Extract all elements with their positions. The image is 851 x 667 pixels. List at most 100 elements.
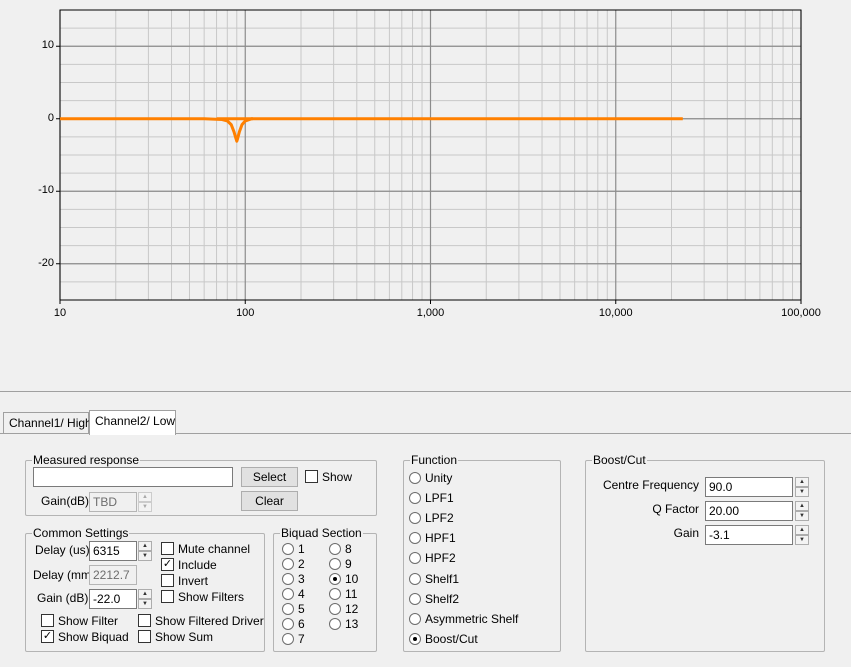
radio-circle[interactable] — [329, 543, 341, 555]
radio-circle[interactable] — [282, 588, 294, 600]
radio-circle[interactable] — [409, 492, 421, 505]
include-checkbox[interactable]: ✓ Include — [161, 558, 217, 572]
boost-gain-input[interactable] — [705, 525, 793, 545]
spinner-up-icon[interactable]: ▲ — [138, 589, 152, 599]
radio-circle[interactable] — [409, 632, 421, 645]
function-radio-boost-cut[interactable]: Boost/Cut — [409, 632, 478, 646]
radio-circle[interactable] — [409, 592, 421, 605]
biquad-radio-2[interactable]: 2 — [282, 557, 305, 571]
spinner-down-icon[interactable]: ▼ — [795, 535, 809, 545]
biquad-radio-label: 8 — [345, 542, 352, 556]
show-measured-checkbox[interactable]: Show — [305, 470, 352, 484]
radio-circle[interactable] — [409, 532, 421, 545]
function-radio-label: HPF2 — [425, 551, 456, 566]
measured-response-path-input[interactable] — [33, 467, 233, 487]
function-radio-lpf1[interactable]: LPF1 — [409, 491, 454, 505]
clear-button[interactable]: Clear — [241, 491, 298, 511]
x-tick-label: 100 — [236, 307, 255, 319]
function-radio-hpf2[interactable]: HPF2 — [409, 551, 456, 565]
spinner-down-icon[interactable]: ▼ — [138, 599, 152, 609]
function-radio-hpf1[interactable]: HPF1 — [409, 531, 456, 545]
spinner-up-icon[interactable]: ▲ — [795, 501, 809, 511]
show-filters-box[interactable] — [161, 590, 174, 603]
radio-circle[interactable] — [409, 472, 421, 484]
spinner-up-icon[interactable]: ▲ — [795, 525, 809, 535]
biquad-radio-12[interactable]: 12 — [329, 602, 358, 616]
biquad-radio-13[interactable]: 13 — [329, 617, 358, 631]
show-biquad-checkbox[interactable]: ✓ Show Biquad — [41, 630, 129, 644]
biquad-radio-label: 5 — [298, 602, 305, 616]
common-gain-input[interactable] — [89, 589, 137, 609]
biquad-radio-6[interactable]: 6 — [282, 617, 305, 631]
delay-us-label: Delay (us) — [35, 543, 90, 557]
function-radio-shelf1[interactable]: Shelf1 — [409, 572, 459, 586]
spinner-down-icon[interactable]: ▼ — [795, 511, 809, 521]
spinner-up-icon[interactable]: ▲ — [795, 477, 809, 487]
show-filter-box[interactable] — [41, 614, 54, 627]
biquad-radio-11[interactable]: 11 — [329, 587, 357, 601]
function-radio-label: LPF1 — [425, 491, 454, 506]
radio-circle[interactable] — [282, 543, 294, 555]
radio-circle[interactable] — [409, 552, 421, 565]
radio-circle[interactable] — [282, 603, 294, 615]
show-measured-box[interactable] — [305, 470, 318, 483]
biquad-radio-label: 1 — [298, 542, 305, 556]
radio-circle[interactable] — [409, 572, 421, 585]
common-gain-spinner[interactable]: ▲ ▼ — [138, 589, 152, 609]
q-factor-input[interactable] — [705, 501, 793, 521]
show-biquad-box[interactable]: ✓ — [41, 630, 54, 643]
biquad-radio-3[interactable]: 3 — [282, 572, 305, 586]
function-radio-asymmetric-shelf[interactable]: Asymmetric Shelf — [409, 612, 518, 626]
mute-channel-checkbox[interactable]: Mute channel — [161, 542, 250, 556]
show-filters-checkbox[interactable]: Show Filters — [161, 590, 244, 604]
radio-circle[interactable] — [282, 633, 294, 645]
biquad-radio-9[interactable]: 9 — [329, 557, 352, 571]
biquad-radio-label: 13 — [345, 617, 359, 631]
delay-mm-input — [89, 565, 137, 585]
include-box[interactable]: ✓ — [161, 558, 174, 571]
biquad-radio-1[interactable]: 1 — [282, 542, 305, 556]
show-filtered-driver-checkbox[interactable]: Show Filtered Driver — [138, 614, 264, 628]
radio-circle[interactable] — [329, 573, 341, 585]
biquad-radio-10[interactable]: 10 — [329, 572, 358, 586]
q-factor-spinner[interactable]: ▲ ▼ — [795, 501, 809, 521]
radio-circle[interactable] — [329, 603, 341, 615]
radio-circle[interactable] — [282, 573, 294, 585]
radio-circle[interactable] — [409, 612, 421, 625]
invert-label: Invert — [178, 574, 209, 588]
show-sum-box[interactable] — [138, 630, 151, 643]
radio-circle[interactable] — [329, 558, 341, 570]
centre-frequency-input[interactable] — [705, 477, 793, 497]
biquad-radio-4[interactable]: 4 — [282, 587, 305, 601]
radio-circle[interactable] — [282, 558, 294, 570]
radio-circle[interactable] — [282, 618, 294, 630]
biquad-radio-7[interactable]: 7 — [282, 632, 305, 646]
spinner-down-icon[interactable]: ▼ — [795, 487, 809, 497]
biquad-radio-8[interactable]: 8 — [329, 542, 352, 556]
tab-channel1-high[interactable]: Channel1/ High — [3, 412, 92, 434]
radio-circle[interactable] — [409, 512, 421, 525]
mute-channel-box[interactable] — [161, 542, 174, 555]
function-radio-unity[interactable]: Unity — [409, 471, 452, 485]
select-button[interactable]: Select — [241, 467, 298, 487]
radio-circle[interactable] — [329, 588, 341, 600]
biquad-radio-5[interactable]: 5 — [282, 602, 305, 616]
spinner-down-icon[interactable]: ▼ — [138, 551, 152, 561]
boost-gain-spinner[interactable]: ▲ ▼ — [795, 525, 809, 545]
show-sum-checkbox[interactable]: Show Sum — [138, 630, 213, 644]
function-radio-lpf2[interactable]: LPF2 — [409, 511, 454, 525]
delay-us-input[interactable] — [89, 541, 137, 561]
delay-us-spinner[interactable]: ▲ ▼ — [138, 541, 152, 561]
centre-frequency-spinner[interactable]: ▲ ▼ — [795, 477, 809, 497]
show-filter-checkbox[interactable]: Show Filter — [41, 614, 118, 628]
mute-channel-label: Mute channel — [178, 542, 251, 556]
show-filtered-driver-box[interactable] — [138, 614, 151, 627]
invert-checkbox[interactable]: Invert — [161, 574, 208, 588]
function-radio-shelf2[interactable]: Shelf2 — [409, 592, 459, 606]
tab-channel2-low[interactable]: Channel2/ Low — [89, 410, 176, 435]
spinner-up-icon[interactable]: ▲ — [138, 541, 152, 551]
biquad-radio-label: 6 — [298, 617, 305, 631]
radio-circle[interactable] — [329, 618, 341, 630]
function-radio-label: Unity — [425, 471, 453, 485]
invert-box[interactable] — [161, 574, 174, 587]
